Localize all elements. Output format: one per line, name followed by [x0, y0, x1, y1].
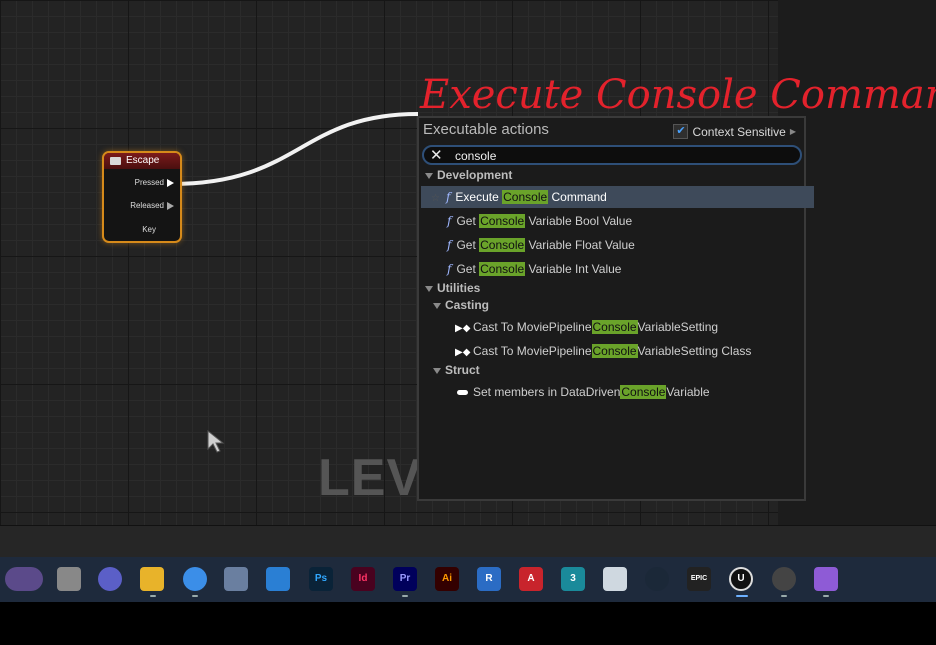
star-icon[interactable]: ☆ [431, 193, 440, 204]
visual-studio-icon[interactable] [814, 567, 838, 591]
item-text: Cast To MoviePipeline [473, 344, 592, 358]
task-view-icon[interactable] [57, 567, 81, 591]
item-text: Variable Float Value [525, 238, 635, 252]
search-highlight: Console [479, 262, 526, 276]
chevron-right-icon: ▶ [789, 127, 796, 136]
item-text: Get [456, 262, 480, 276]
context-sensitive-toggle[interactable]: ✔ Context Sensitive ▶ [673, 124, 796, 139]
viewport-watermark: LEV [318, 449, 423, 507]
exec-pin-icon [167, 201, 174, 210]
search-highlight: Console [591, 320, 638, 334]
action-cast-to-moviepipeline-console-variable-setting[interactable]: ▶◆ Cast To MoviePipelineConsoleVariableSe… [421, 316, 838, 338]
category-label: Struct [445, 363, 480, 377]
item-text: Set members in DataDriven [473, 385, 621, 399]
key-pin[interactable]: Key [142, 225, 156, 234]
item-text: Variable [666, 385, 710, 399]
checkbox-checked-icon[interactable]: ✔ [673, 124, 689, 139]
item-text: Get [456, 214, 480, 228]
keyboard-icon [110, 157, 121, 165]
node-header: Escape [104, 153, 180, 169]
action-execute-console-command[interactable]: ☆ f Execute Console Command [421, 186, 814, 208]
search-highlight: Console [620, 385, 667, 399]
function-icon: f [447, 238, 452, 252]
widgets-icon[interactable] [5, 567, 43, 591]
search-highlight: Console [502, 190, 549, 204]
action-get-console-variable-float[interactable]: f Get Console Variable Float Value [421, 234, 830, 256]
collapse-triangle-icon [425, 285, 433, 292]
item-text: Variable Bool Value [525, 214, 633, 228]
category-casting[interactable]: Casting [421, 294, 816, 316]
function-icon: f [447, 262, 452, 276]
file-explorer-icon[interactable] [140, 567, 164, 591]
cube-app-icon[interactable] [603, 567, 627, 591]
item-text: Execute [455, 190, 503, 204]
collapse-triangle-icon [433, 302, 441, 309]
pressed-pin[interactable]: Pressed [135, 178, 174, 187]
search-value[interactable]: console [455, 149, 496, 163]
steam-icon[interactable] [645, 567, 669, 591]
collapse-triangle-icon [433, 367, 441, 374]
released-pin[interactable]: Released [130, 201, 174, 210]
3dsmax-icon[interactable]: 3 [561, 567, 585, 591]
search-highlight: Console [591, 344, 638, 358]
premiere-icon[interactable]: Pr [393, 567, 417, 591]
illustrator-icon[interactable]: Ai [435, 567, 459, 591]
category-development[interactable]: Development [421, 164, 808, 186]
item-text: Get [456, 238, 480, 252]
taskbar: Ps Id Pr Ai R A 3 EPIC U [0, 557, 936, 602]
teams-icon[interactable] [98, 567, 122, 591]
action-set-members-datadriven-console-variable[interactable]: Set members in DataDrivenConsoleVariable [421, 381, 840, 403]
autocad-icon[interactable]: A [519, 567, 543, 591]
node-title: Escape [126, 155, 160, 166]
executable-actions-menu[interactable]: Executable actions ✔ Context Sensitive ▶… [417, 116, 814, 501]
category-label: Utilities [437, 281, 481, 295]
letterbox-bar [0, 602, 936, 645]
released-pin-label: Released [130, 201, 164, 210]
item-text: VariableSetting [637, 320, 719, 334]
indesign-icon[interactable]: Id [351, 567, 375, 591]
search-highlight: Console [479, 238, 526, 252]
running-indicator [781, 595, 787, 597]
active-indicator [736, 595, 748, 597]
context-sensitive-label: Context Sensitive [692, 124, 786, 139]
revit-icon[interactable]: R [477, 567, 501, 591]
cast-icon: ▶◆ [455, 323, 471, 334]
escape-event-node[interactable]: Escape Pressed Released Key [102, 151, 182, 243]
mail-icon[interactable] [266, 567, 290, 591]
item-text: VariableSetting Class [637, 344, 752, 358]
search-input[interactable]: ✕ console [422, 145, 802, 165]
graph-bottom-bar [0, 525, 936, 558]
davinci-icon[interactable] [772, 567, 796, 591]
exec-pin-icon [167, 178, 174, 187]
collapse-triangle-icon [425, 172, 433, 179]
function-icon: f [445, 190, 451, 204]
struct-icon [457, 390, 468, 396]
category-struct[interactable]: Struct [421, 359, 816, 381]
function-icon: f [447, 214, 452, 228]
running-indicator [823, 595, 829, 597]
chrome-icon[interactable] [183, 567, 207, 591]
close-icon[interactable]: ✕ [430, 146, 443, 164]
menu-title: Executable actions [423, 121, 549, 138]
item-text: Cast To MoviePipeline [473, 320, 592, 334]
running-indicator [192, 595, 198, 597]
category-label: Casting [445, 298, 490, 312]
item-text: Variable Int Value [525, 262, 622, 276]
running-indicator [150, 595, 156, 597]
store-icon[interactable] [224, 567, 248, 591]
search-highlight: Console [479, 214, 526, 228]
action-get-console-variable-bool[interactable]: f Get Console Variable Bool Value [421, 210, 830, 232]
photoshop-icon[interactable]: Ps [309, 567, 333, 591]
epic-games-icon[interactable]: EPIC [687, 567, 711, 591]
running-indicator [402, 595, 408, 597]
handwritten-annotation: Execute Console Command [420, 72, 936, 118]
item-text: Command [548, 190, 607, 204]
mouse-cursor-icon [207, 430, 225, 453]
pressed-pin-label: Pressed [134, 178, 164, 187]
unreal-engine-icon[interactable]: U [729, 567, 753, 591]
category-label: Development [437, 168, 513, 182]
